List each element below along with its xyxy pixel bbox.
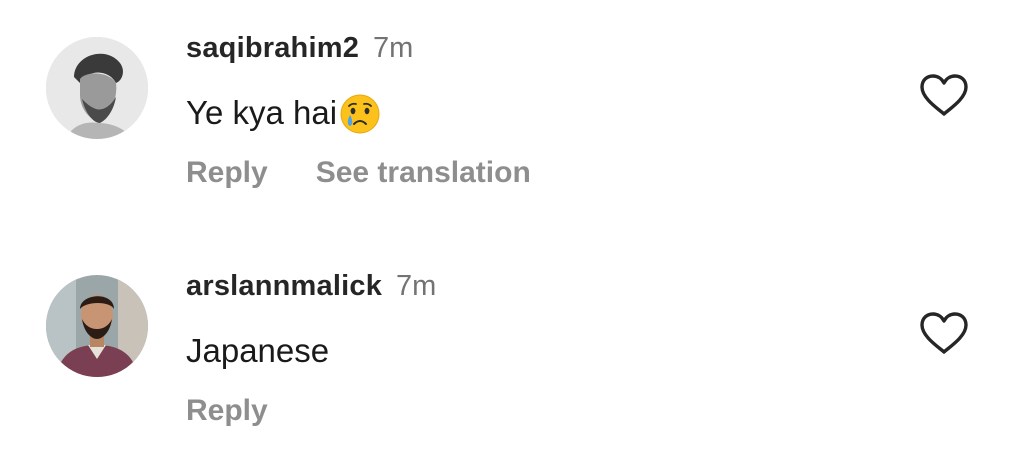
comment-item: arslannmalick 7m Japanese Reply	[0, 237, 1024, 474]
comment-text: Ye kya hai	[186, 92, 381, 134]
comment-item: saqibrahim2 7m Ye kya hai Reply See tran…	[0, 0, 1024, 237]
comment-actions: Reply See translation	[186, 156, 531, 190]
user-photo-icon	[46, 275, 148, 377]
comment-header: arslannmalick 7m	[186, 270, 436, 303]
heart-icon	[920, 312, 968, 354]
timestamp: 7m	[373, 32, 414, 64]
reply-button[interactable]: Reply	[186, 156, 268, 190]
like-button[interactable]	[918, 72, 970, 118]
see-translation-button[interactable]: See translation	[316, 156, 531, 190]
reply-button[interactable]: Reply	[186, 394, 268, 428]
username[interactable]: saqibrahim2	[186, 32, 359, 65]
like-button[interactable]	[918, 310, 970, 356]
avatar[interactable]	[46, 275, 148, 377]
comment-body: Japanese	[186, 332, 330, 369]
comment-actions: Reply	[186, 394, 268, 428]
user-photo-icon	[46, 37, 148, 139]
comment-text: Japanese	[186, 332, 329, 370]
avatar[interactable]	[46, 37, 148, 139]
crying-face-icon	[339, 93, 381, 135]
username[interactable]: arslannmalick	[186, 270, 382, 303]
comment-header: saqibrahim2 7m	[186, 32, 413, 65]
comment-body: Ye kya hai	[186, 94, 338, 131]
timestamp: 7m	[396, 270, 437, 302]
heart-icon	[920, 74, 968, 116]
